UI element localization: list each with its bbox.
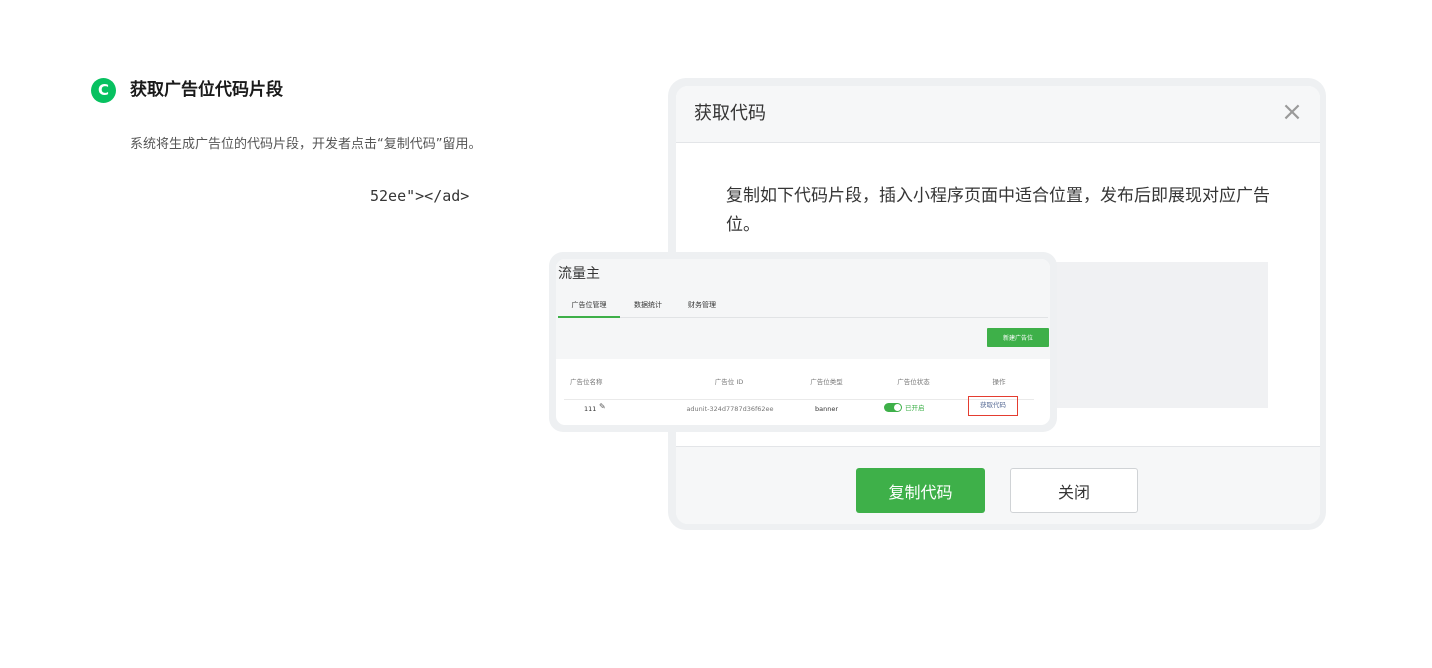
ad-unit-card: 流量主 广告位管理 数据统计 财务管理 新建广告位 广告位名称 广告位 ID 广… [556,259,1050,425]
close-button[interactable]: 关闭 [1010,468,1138,513]
ad-unit-id: adunit-324d7787d36f62ee [686,405,774,413]
tab-finance[interactable]: 财务管理 [682,299,722,318]
dialog-footer: 复制代码 关闭 [676,446,1320,524]
step-title: 获取广告位代码片段 [130,80,283,100]
step-badge: C [91,78,116,103]
column-header: 广告位名称 [570,378,603,386]
table-row: 111 adunit-324d7787d36f62ee banner [564,399,1034,417]
table-header: 广告位名称 广告位 ID 广告位类型 广告位状态 操作 [564,373,1034,391]
column-header: 广告位状态 [897,378,930,386]
card-tabs: 广告位管理 数据统计 财务管理 [558,299,1048,318]
dialog-title: 获取代码 [694,103,766,124]
ad-unit-type: banner [814,405,839,413]
tab-ad-unit-management[interactable]: 广告位管理 [558,299,620,318]
column-header: 广告位类型 [810,378,843,386]
close-icon[interactable]: × [1276,96,1308,128]
status-toggle[interactable] [884,403,902,412]
code-snippet-text: 52ee"></ad> [370,187,470,205]
card-title: 流量主 [558,266,600,282]
dialog-instruction: 复制如下代码片段，插入小程序页面中适合位置，发布后即展现对应广告位。 [726,186,1270,235]
copy-code-button[interactable]: 复制代码 [856,468,985,513]
new-ad-unit-button[interactable]: 新建广告位 [987,328,1049,347]
pencil-icon[interactable]: ✎ [599,402,609,412]
card-header-area: 流量主 广告位管理 数据统计 财务管理 新建广告位 [556,259,1050,359]
status-label: 已开启 [905,404,925,412]
tab-statistics[interactable]: 数据统计 [628,299,668,318]
column-header: 操作 [992,378,1006,386]
dialog-header: 获取代码 × [676,86,1320,143]
get-code-link[interactable]: 获取代码 [968,396,1018,416]
column-header: 广告位 ID [714,378,744,386]
step-description: 系统将生成广告位的代码片段，开发者点击“复制代码”留用。 [130,137,482,152]
